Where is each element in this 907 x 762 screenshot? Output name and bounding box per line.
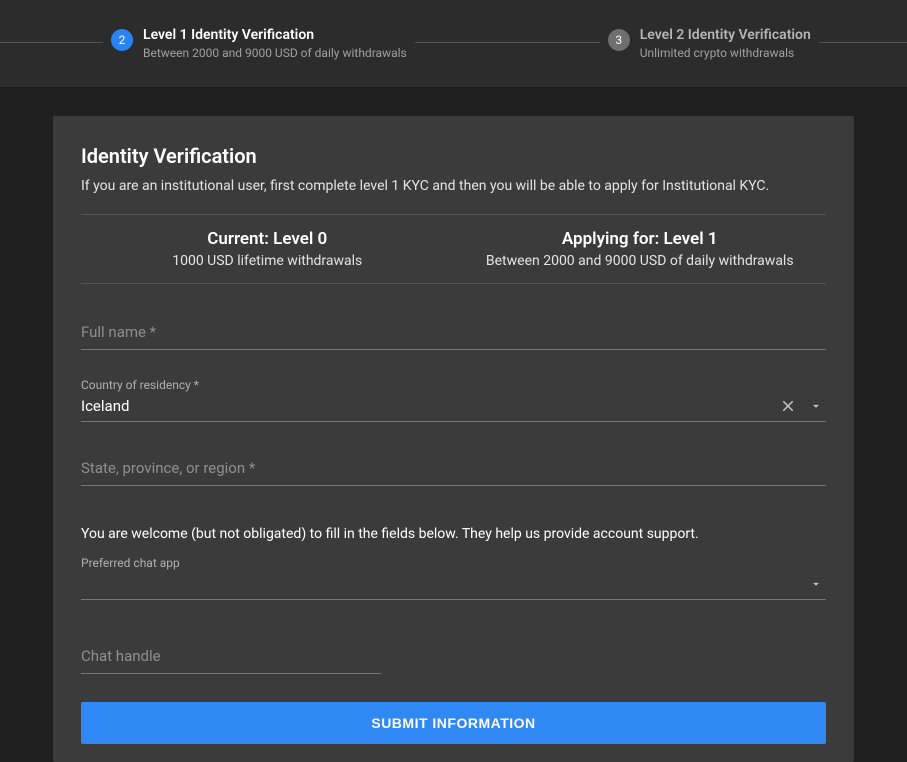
step-title: Level 2 Identity Verification [640,26,811,44]
stepper-bar: 2 Level 1 Identity Verification Between … [0,0,907,88]
institutional-note: If you are an institutional user, first … [81,178,826,194]
chat-app-field[interactable]: Preferred chat app [81,556,826,600]
applying-level-column: Applying for: Level 1 Between 2000 and 9… [454,229,827,269]
chat-handle-placeholder: Chat handle [81,647,381,665]
optional-fields-note: You are welcome (but not obligated) to f… [81,526,826,542]
dropdown-icon[interactable] [806,396,826,416]
step-title: Level 1 Identity Verification [143,26,407,44]
page-title: Identity Verification [81,144,826,168]
step-level-1[interactable]: 2 Level 1 Identity Verification Between … [103,26,415,60]
clear-icon[interactable] [778,396,798,416]
full-name-field[interactable]: Full name * [81,320,826,350]
verification-card: Identity Verification If you are an inst… [53,116,854,762]
step-number-badge: 3 [608,29,630,51]
chat-handle-field[interactable]: Chat handle [81,644,381,674]
step-level-2[interactable]: 3 Level 2 Identity Verification Unlimite… [600,26,819,60]
current-level-column: Current: Level 0 1000 USD lifetime withd… [81,229,454,269]
current-level-sub: 1000 USD lifetime withdrawals [81,253,454,269]
step-subtitle: Between 2000 and 9000 USD of daily withd… [143,46,407,60]
country-value: Iceland [81,397,770,415]
dropdown-icon[interactable] [806,574,826,594]
applying-level-heading: Applying for: Level 1 [454,229,827,249]
full-name-placeholder: Full name * [81,323,826,341]
step-subtitle: Unlimited crypto withdrawals [640,46,811,60]
chat-app-label: Preferred chat app [81,556,826,570]
level-summary-row: Current: Level 0 1000 USD lifetime withd… [81,214,826,284]
country-field[interactable]: Country of residency * Iceland [81,378,826,422]
country-label: Country of residency * [81,378,826,392]
state-field[interactable]: State, province, or region * [81,456,826,486]
step-number-badge: 2 [111,29,133,51]
submit-button[interactable]: SUBMIT INFORMATION [81,702,826,744]
applying-level-sub: Between 2000 and 9000 USD of daily withd… [454,253,827,269]
kyc-form: Full name * Country of residency * Icela… [81,320,826,744]
current-level-heading: Current: Level 0 [81,229,454,249]
state-placeholder: State, province, or region * [81,459,826,477]
